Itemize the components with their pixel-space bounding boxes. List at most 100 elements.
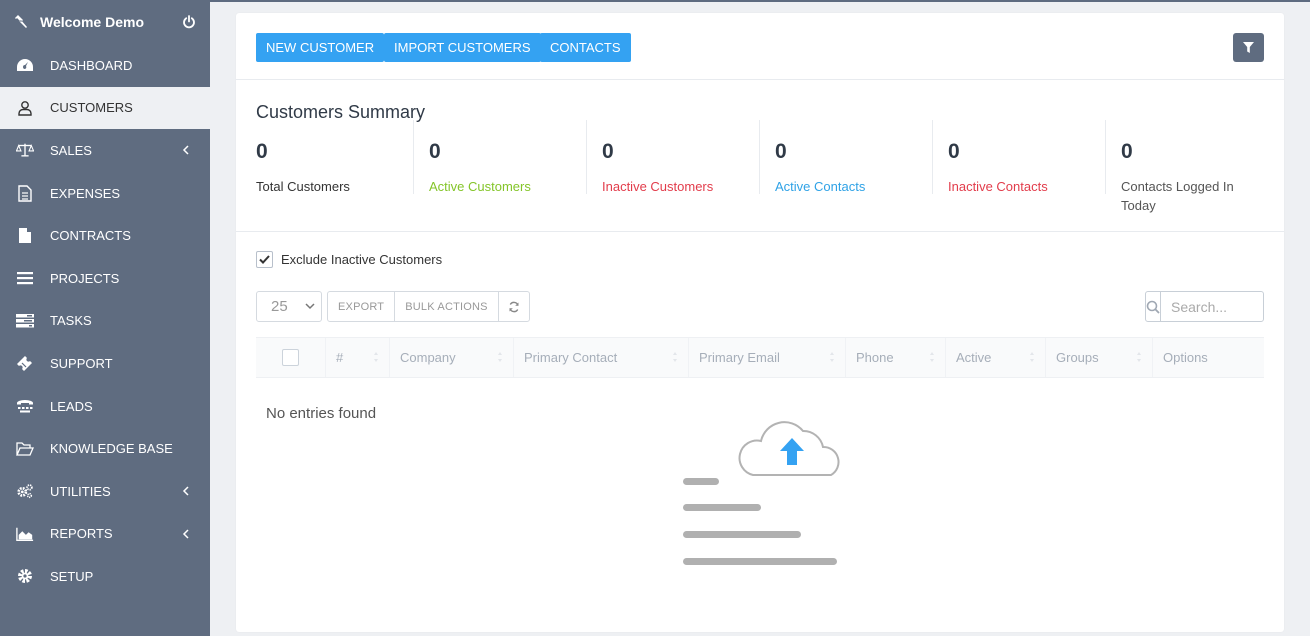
- file-text-icon: [16, 184, 34, 202]
- search-input[interactable]: [1161, 292, 1310, 321]
- page-length-select[interactable]: 25: [256, 291, 322, 322]
- stat-label: Total Customers: [256, 179, 350, 194]
- chevron-left-icon: [182, 486, 190, 496]
- sidebar-item-label: DASHBOARD: [50, 57, 133, 73]
- column-label: Options: [1163, 350, 1208, 365]
- table-action-buttons: EXPORT BULK ACTIONS: [327, 291, 530, 322]
- sidebar-item-dashboard[interactable]: DASHBOARD: [0, 44, 210, 87]
- column-label: Phone: [856, 350, 894, 365]
- sidebar-item-support[interactable]: SUPPORT: [0, 342, 210, 385]
- column-company[interactable]: Company: [390, 338, 514, 377]
- sidebar-item-setup[interactable]: SETUP: [0, 555, 210, 598]
- sidebar-item-label: SALES: [50, 142, 92, 158]
- sidebar-item-label: CUSTOMERS: [50, 100, 133, 116]
- cog-icon: [16, 567, 34, 585]
- sidebar-item-sales[interactable]: SALES: [0, 129, 210, 172]
- sidebar-item-label: EXPENSES: [50, 185, 121, 201]
- table-header: # Company Primary Contact Primary Email …: [256, 337, 1264, 378]
- contacts-button[interactable]: CONTACTS: [540, 33, 631, 62]
- sidebar-item-projects[interactable]: PROJECTS: [0, 257, 210, 300]
- select-all-header[interactable]: [256, 338, 326, 377]
- stat-active-customers: 0 Active Customers: [414, 120, 587, 194]
- dashboard-icon: [16, 56, 34, 74]
- exclude-inactive-filter[interactable]: Exclude Inactive Customers: [256, 251, 442, 268]
- chevron-left-icon: [182, 529, 190, 539]
- tty-icon: [16, 397, 34, 415]
- column-label: Primary Contact: [524, 350, 618, 365]
- stat-value: 0: [429, 140, 441, 163]
- sidebar-item-leads[interactable]: LEADS: [0, 385, 210, 428]
- stat-label: Contacts Logged In Today: [1121, 179, 1234, 213]
- sidebar-item-contracts[interactable]: CONTRACTS: [0, 214, 210, 257]
- bulk-actions-button[interactable]: BULK ACTIONS: [395, 292, 499, 321]
- column-primary-contact[interactable]: Primary Contact: [514, 338, 689, 377]
- column-number[interactable]: #: [326, 338, 390, 377]
- empty-table-message: No entries found: [266, 405, 377, 422]
- sort-icon: [830, 352, 834, 362]
- stat-total-customers: 0 Total Customers: [241, 120, 414, 194]
- page-length-value: 25: [271, 298, 288, 315]
- column-groups[interactable]: Groups: [1046, 338, 1153, 377]
- column-phone[interactable]: Phone: [846, 338, 946, 377]
- column-label: Active: [956, 350, 992, 365]
- sidebar-item-utilities[interactable]: UTILITIES: [0, 470, 210, 513]
- ticket-icon: [16, 354, 34, 372]
- sidebar-item-knowledge-base[interactable]: KNOWLEDGE BASE: [0, 427, 210, 470]
- sort-icon: [1030, 352, 1034, 362]
- select-all-checkbox[interactable]: [282, 349, 299, 366]
- area-chart-icon: [16, 525, 34, 543]
- exclude-inactive-label: Exclude Inactive Customers: [281, 252, 443, 267]
- stat-label: Inactive Customers: [602, 179, 714, 194]
- sidebar-item-label: PROJECTS: [50, 270, 120, 286]
- stat-value: 0: [948, 140, 960, 163]
- sidebar-item-label: KNOWLEDGE BASE: [50, 441, 173, 457]
- tasks-icon: [16, 312, 34, 330]
- cogs-icon: [16, 482, 34, 500]
- sidebar-item-expenses[interactable]: EXPENSES: [0, 172, 210, 215]
- customers-summary: Customers Summary 0 Total Customers 0 Ac…: [236, 80, 1284, 232]
- sidebar-item-label: LEADS: [50, 398, 93, 414]
- sort-icon: [374, 352, 378, 362]
- search-icon[interactable]: [1146, 292, 1161, 321]
- sort-icon: [673, 352, 677, 362]
- app-title[interactable]: Welcome Demo: [40, 14, 182, 30]
- sidebar-item-reports[interactable]: REPORTS: [0, 513, 210, 556]
- column-label: Primary Email: [699, 350, 780, 365]
- sidebar-item-label: UTILITIES: [50, 483, 111, 499]
- bars-icon: [16, 269, 34, 287]
- sort-icon: [498, 352, 502, 362]
- chevron-down-icon: [305, 303, 315, 310]
- stat-value: 0: [256, 140, 268, 163]
- sidebar-item-customers[interactable]: CUSTOMERS: [0, 86, 210, 130]
- exclude-inactive-checkbox[interactable]: [256, 251, 273, 268]
- top-border: [210, 0, 1310, 2]
- stat-label: Active Customers: [429, 179, 531, 194]
- reload-button[interactable]: [499, 292, 529, 321]
- power-icon[interactable]: [182, 15, 196, 29]
- sidebar-item-label: TASKS: [50, 313, 92, 329]
- new-customer-button[interactable]: NEW CUSTOMER: [256, 33, 385, 62]
- column-primary-email[interactable]: Primary Email: [689, 338, 846, 377]
- sort-icon: [930, 352, 934, 362]
- filter-button[interactable]: [1233, 33, 1264, 62]
- column-active[interactable]: Active: [946, 338, 1046, 377]
- sidebar-item-tasks[interactable]: TASKS: [0, 300, 210, 343]
- stat-value: 0: [775, 140, 787, 163]
- stat-contacts-logged-in: 0 Contacts Logged In Today: [1106, 120, 1279, 213]
- folder-open-icon: [16, 440, 34, 458]
- import-customers-button[interactable]: IMPORT CUSTOMERS: [384, 33, 541, 62]
- column-label: Groups: [1056, 350, 1099, 365]
- customers-panel: NEW CUSTOMER IMPORT CUSTOMERS CONTACTS C…: [236, 13, 1310, 632]
- export-button[interactable]: EXPORT: [328, 292, 396, 321]
- user-icon: [16, 99, 34, 117]
- column-label: Company: [400, 350, 456, 365]
- sidebar-item-label: REPORTS: [50, 526, 113, 542]
- stat-value: 0: [602, 140, 614, 163]
- sidebar-item-label: SETUP: [50, 568, 94, 584]
- table-search: [1145, 291, 1310, 322]
- stat-inactive-contacts: 0 Inactive Contacts: [933, 120, 1106, 194]
- sidebar-item-label: CONTRACTS: [50, 228, 131, 244]
- filter-icon: [1243, 42, 1254, 53]
- sidebar: Welcome Demo DASHBOARD CUSTOMERS SALES E…: [0, 0, 210, 636]
- sidebar-item-label: SUPPORT: [50, 355, 113, 371]
